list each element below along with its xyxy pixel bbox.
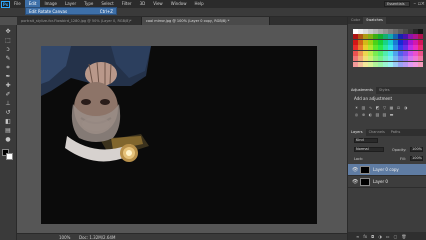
dropdown-label: Edit Rotate Canvas [29,8,68,14]
lasso-tool-icon[interactable]: ↄ [3,46,13,54]
tab-paths[interactable]: Paths [388,129,404,136]
blend-mode-select[interactable]: Normal [354,147,384,152]
fill-label: Fill: [400,157,406,161]
edit-menu-item[interactable]: Edit Rotate Canvas Ctrl+Z [25,7,117,15]
workspace-select[interactable]: Essentials [384,1,410,7]
layer-thumbnail [360,178,370,186]
tools-panel: ✥ ⬚ ↄ ✎ ⌗ ✒ ✚ ✐ ⊥ ↺ ◧ ▤ ● [0,25,17,240]
mask-icon[interactable]: ◘ [371,234,374,239]
color-balance-icon[interactable]: ⚖ [396,105,401,110]
eye-icon[interactable]: 👁 [352,167,358,173]
layer-name[interactable]: Layer 0 [373,179,388,184]
levels-icon[interactable]: ▥ [361,105,366,110]
tab-portrait[interactable]: portrait_stylize-for-Flowbird_1280.jpg @… [17,17,142,25]
gradient-tool-icon[interactable]: ▤ [3,127,13,135]
color-swatch[interactable] [418,50,423,56]
channel-mixer-icon[interactable]: ⊕ [361,112,366,117]
menu-help[interactable]: Help [190,0,207,8]
menu-window[interactable]: Window [167,0,191,8]
posterize-icon[interactable]: ▧ [375,112,380,117]
dropdown-shortcut: Ctrl+Z [99,8,113,14]
document-canvas[interactable] [41,46,317,224]
eye-icon[interactable]: 👁 [352,179,358,185]
invert-icon[interactable]: ◐ [368,112,373,117]
fill-input[interactable]: 100% [410,156,423,161]
menu-file[interactable]: File [10,0,25,8]
new-layer-icon[interactable]: ▢ [394,234,398,239]
swatches-grid [353,29,423,67]
color-swatch[interactable] [418,45,423,51]
layer-filter-kind[interactable]: Kind [354,138,378,143]
move-tool-icon[interactable]: ✥ [3,28,13,36]
layers-tabs: Layers Channels Paths [348,129,426,136]
trash-icon[interactable]: 🗑 [401,234,406,239]
quick-select-tool-icon[interactable]: ✎ [3,55,13,63]
photoshop-window: Ps File Edit Image Layer Type Select Fil… [0,0,426,240]
tab-styles[interactable]: Styles [376,87,393,94]
clone-stamp-tool-icon[interactable]: ⊥ [3,100,13,108]
zoom-level[interactable]: 100% [59,235,70,240]
color-swatches-tabs: Color Swatches [348,17,426,24]
layer-row[interactable]: 👁 Layer 0 copy [348,164,426,176]
layer-name[interactable]: Layer 0 copy [373,167,399,172]
add-adjustment-label: Add an adjustment [354,96,393,101]
layer-thumbnail [360,166,370,174]
color-swatch[interactable] [418,56,423,62]
eyedropper-tool-icon[interactable]: ✒ [3,73,13,81]
adjustment-layer-icon[interactable]: ◑ [378,234,382,239]
fx-icon[interactable]: fx [363,234,367,239]
vibrance-icon[interactable]: ▽ [382,105,387,110]
tab-cool-mirror[interactable]: cool mirror.jpg @ 100% (Layer 0 copy, RG… [142,17,270,25]
opacity-input[interactable]: 100% [410,147,423,152]
color-swatch[interactable] [418,61,423,67]
black-white-icon[interactable]: ◑ [403,105,408,110]
tab-channels[interactable]: Channels [366,129,388,136]
tab-swatches[interactable]: Swatches [363,17,386,24]
folder-icon[interactable]: ▭ [386,234,390,239]
close-icon[interactable]: × [421,0,425,8]
marquee-tool-icon[interactable]: ⬚ [3,37,13,45]
tab-layers[interactable]: Layers [348,129,366,136]
minimize-icon[interactable]: – [414,0,417,8]
gradient-map-icon[interactable]: ▬ [389,112,394,117]
menu-view[interactable]: View [149,0,167,8]
status-bar: 100% Doc: 1.32M/2.64M [17,233,347,240]
lock-label: Lock: [354,157,364,161]
opacity-label: Opacity: [392,148,407,152]
threshold-icon[interactable]: ▨ [382,112,387,117]
brush-tool-icon[interactable]: ✐ [3,91,13,99]
ps-logo: Ps [1,0,10,8]
photo-filter-icon[interactable]: ◎ [354,112,359,117]
history-brush-tool-icon[interactable]: ↺ [3,109,13,117]
exposure-icon[interactable]: ◩ [375,105,380,110]
menu-3d[interactable]: 3D [136,0,150,8]
color-swatch[interactable] [418,29,423,34]
upside-down-portrait-image [41,46,317,224]
right-panels: Color Swatches Adjustments Styles Add an… [347,17,426,240]
layers-footer: ∞ fx ◘ ◑ ▭ ▢ 🗑 [348,232,426,240]
healing-tool-icon[interactable]: ✚ [3,82,13,90]
hue-icon[interactable]: ▦ [389,105,394,110]
adjustments-tabs: Adjustments Styles [348,87,426,94]
crop-tool-icon[interactable]: ⌗ [3,64,13,72]
canvas-area [17,25,347,233]
background-color-swatch[interactable] [6,153,13,160]
dodge-tool-icon[interactable]: ● [3,136,13,144]
menu-filter[interactable]: Filter [118,0,136,8]
document-info: Doc: 1.32M/2.64M [79,235,116,240]
curves-icon[interactable]: ∿ [368,105,373,110]
tab-color[interactable]: Color [348,17,363,24]
color-swatch[interactable] [418,39,423,45]
link-icon[interactable]: ∞ [356,234,359,239]
document-tabs: portrait_stylize-for-Flowbird_1280.jpg @… [17,17,347,25]
layer-row[interactable]: 👁 Layer 0 [348,176,426,188]
brightness-icon[interactable]: ☀ [354,105,359,110]
adjustment-icons: ☀ ▥ ∿ ◩ ▽ ▦ ⚖ ◑ ◎ ⊕ ◐ ▧ ▨ ▬ [354,105,414,117]
tab-adjustments[interactable]: Adjustments [348,87,376,94]
eraser-tool-icon[interactable]: ◧ [3,118,13,126]
color-swatch[interactable] [418,34,423,40]
